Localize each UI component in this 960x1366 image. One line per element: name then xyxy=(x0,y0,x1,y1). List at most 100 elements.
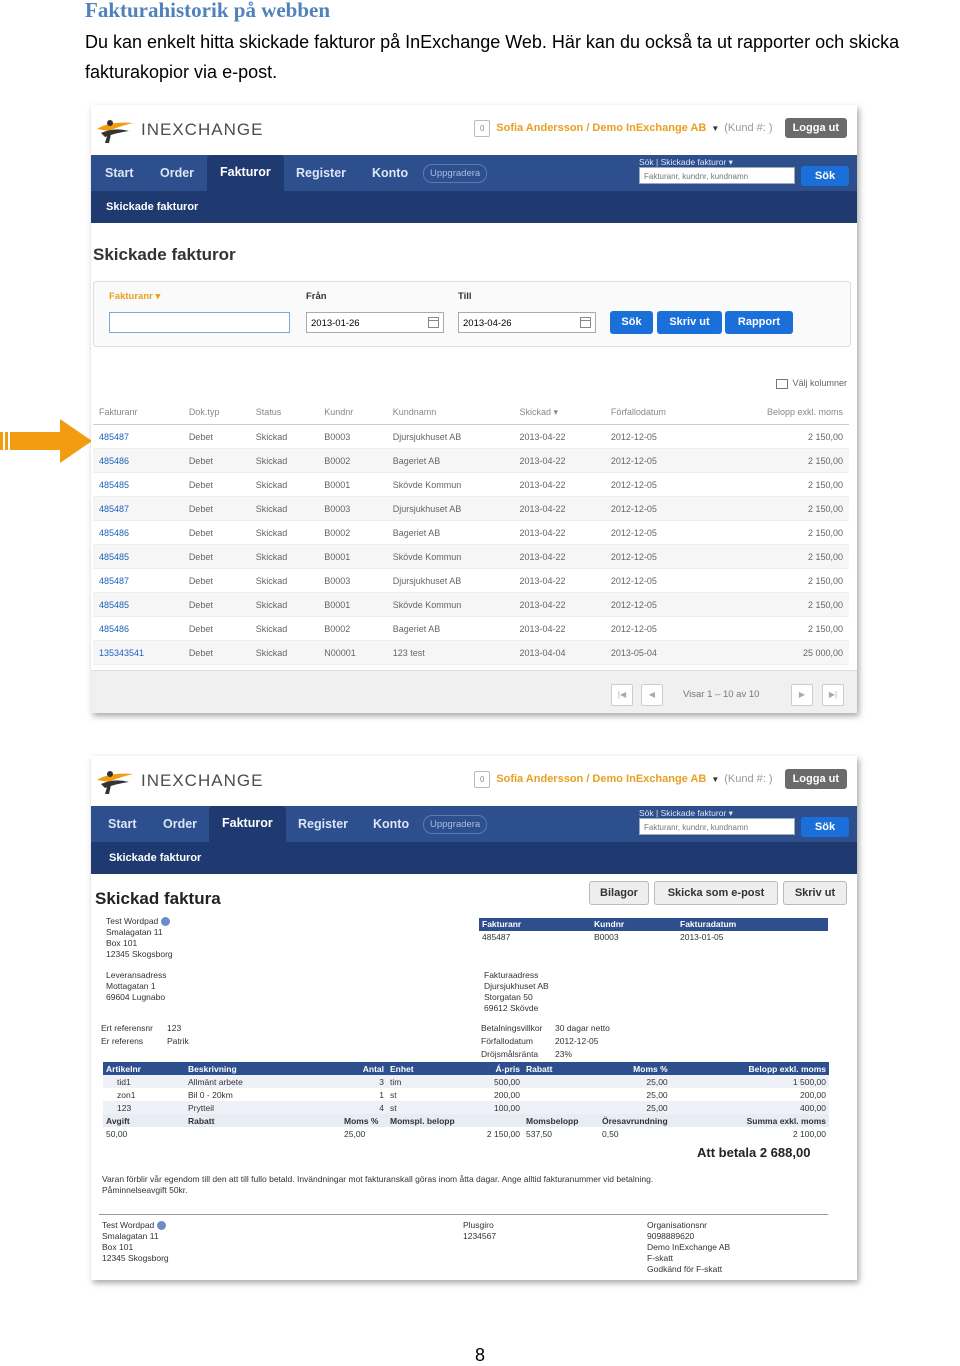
from-date-value: 2013-01-26 xyxy=(311,318,360,329)
amount-to-pay: Att betala 2 688,00 xyxy=(697,1145,811,1160)
from-date-input[interactable]: 2013-01-26 xyxy=(306,312,444,333)
table-cell: B0002 xyxy=(318,616,387,641)
table-row[interactable]: 485485 Debet Skickad B0001 Skövde Kommun 2013… xyxy=(93,544,849,569)
columns-icon xyxy=(776,378,789,389)
last-page-icon[interactable]: ▶| xyxy=(822,684,844,706)
nav-konto[interactable]: Konto xyxy=(373,817,409,831)
table-cell: B0003 xyxy=(318,496,387,521)
search-input[interactable]: Fakturanr, kundnr, kundnamn xyxy=(639,167,795,184)
user-account-link[interactable]: Sofia Andersson / Demo InExchange AB xyxy=(496,773,706,785)
invoice-number-link[interactable]: 485486 xyxy=(93,448,183,473)
table-row[interactable]: 485487 Debet Skickad B0003 Djursjukhuset AB 2… xyxy=(93,568,849,593)
table-row[interactable]: 485487 Debet Skickad B0003 Djursjukhuset AB 2… xyxy=(93,424,849,449)
table-cell: B0002 xyxy=(318,448,387,473)
invoice-number-link[interactable]: 485485 xyxy=(93,472,183,497)
chevron-down-icon[interactable]: ▼ xyxy=(711,124,719,133)
notification-icon[interactable]: 0 xyxy=(474,119,491,137)
table-row[interactable]: 485485 Debet Skickad B0001 Skövde Kommun 2013… xyxy=(93,472,849,497)
search-input[interactable]: Fakturanr, kundnr, kundnamn xyxy=(639,818,795,835)
nav-register[interactable]: Register xyxy=(298,817,348,831)
nav-start[interactable]: Start xyxy=(108,817,136,831)
item-cell: 25,00 xyxy=(599,1101,671,1114)
column-header[interactable]: Förfallodatum xyxy=(604,400,711,425)
attachments-button[interactable]: Bilagor xyxy=(589,881,649,905)
table-row[interactable]: 135343541 Debet Skickad N00001 123 test 2013-… xyxy=(93,640,849,665)
search-button[interactable]: Sök xyxy=(610,311,653,334)
invoice-number-link[interactable]: 485487 xyxy=(93,496,183,521)
column-header[interactable]: Fakturanr xyxy=(93,400,183,425)
table-cell: 2013-05-04 xyxy=(604,640,711,665)
giro-label: Plusgiro xyxy=(463,1220,494,1230)
ref-label: Ert referensnr xyxy=(101,1023,153,1033)
chevron-down-icon[interactable]: ▼ xyxy=(711,775,719,784)
search-button[interactable]: Sök xyxy=(801,166,849,186)
logout-button[interactable]: Logga ut xyxy=(784,769,847,789)
item-cell: 1 xyxy=(341,1088,387,1101)
inexchange-logo[interactable]: INEXCHANGE xyxy=(95,766,263,796)
ref-value: Patrik xyxy=(167,1036,189,1046)
notification-icon[interactable]: 0 xyxy=(474,770,491,788)
table-row[interactable]: 485486 Debet Skickad B0002 Bageriet AB 2013-0… xyxy=(93,616,849,641)
info-icon[interactable] xyxy=(157,1221,167,1231)
invoice-number-input[interactable] xyxy=(109,312,290,333)
column-header[interactable]: Skickad ▾ xyxy=(513,400,605,425)
nav-fakturor[interactable]: Fakturor xyxy=(207,155,284,191)
calendar-icon[interactable] xyxy=(580,317,591,328)
column-header[interactable]: Kundnr xyxy=(318,400,387,425)
table-row[interactable]: 485486 Debet Skickad B0002 Bageriet AB 2013-0… xyxy=(93,448,849,473)
first-page-icon[interactable]: |◀ xyxy=(611,684,633,706)
summary-label: Avgift xyxy=(103,1114,185,1127)
report-button[interactable]: Rapport xyxy=(725,311,793,334)
table-cell: Djursjukhuset AB xyxy=(386,424,514,449)
to-date-input[interactable]: 2013-04-26 xyxy=(458,312,596,333)
invoice-number-link[interactable]: 485487 xyxy=(93,568,183,593)
invoice-number-link[interactable]: 485486 xyxy=(93,520,183,545)
send-as-email-button[interactable]: Skicka som e-post xyxy=(654,881,778,905)
invoice-number-link[interactable]: 485487 xyxy=(93,424,183,449)
invoice-number-link[interactable]: 485485 xyxy=(93,592,183,617)
user-account-link[interactable]: Sofia Andersson / Demo InExchange AB xyxy=(496,122,706,134)
search-button[interactable]: Sök xyxy=(801,817,849,837)
column-header[interactable]: Kundnamn xyxy=(386,400,514,425)
table-cell: Debet xyxy=(182,568,250,593)
invoice-number-link[interactable]: 485485 xyxy=(93,544,183,569)
table-cell: 25 000,00 xyxy=(710,640,849,665)
table-cell: Skickad xyxy=(249,496,319,521)
nav-start[interactable]: Start xyxy=(105,166,133,180)
choose-columns-link[interactable]: Välj kolumner xyxy=(776,378,847,389)
nav-konto[interactable]: Konto xyxy=(372,166,408,180)
table-cell: Skickad xyxy=(249,592,319,617)
upgrade-button[interactable]: Uppgradera xyxy=(423,164,488,183)
invoice-number-link[interactable]: 135343541 xyxy=(93,640,183,665)
address-line: Smalagatan 11 xyxy=(102,1231,159,1241)
inexchange-logo[interactable]: INEXCHANGE xyxy=(95,115,263,145)
table-cell: 2 150,00 xyxy=(710,448,849,473)
from-label: Från xyxy=(306,291,327,302)
next-page-icon[interactable]: ▶ xyxy=(791,684,813,706)
table-cell: 2 150,00 xyxy=(710,424,849,449)
table-row[interactable]: 485487 Debet Skickad B0003 Djursjukhuset AB 2… xyxy=(93,496,849,521)
table-row[interactable]: 485485 Debet Skickad B0001 Skövde Kommun 2013… xyxy=(93,592,849,617)
nav-register[interactable]: Register xyxy=(296,166,346,180)
table-cell: Debet xyxy=(182,448,250,473)
org-line: Demo InExchange AB xyxy=(647,1242,731,1252)
subnav-sent-invoices[interactable]: Skickade fakturor xyxy=(109,852,201,864)
nav-order[interactable]: Order xyxy=(160,166,194,180)
ref-value: 123 xyxy=(167,1023,182,1033)
previous-page-icon[interactable]: ◀ xyxy=(641,684,663,706)
print-button[interactable]: Skriv ut xyxy=(657,311,722,334)
print-button[interactable]: Skriv ut xyxy=(783,881,847,905)
info-icon[interactable] xyxy=(161,917,171,927)
invoice-number-link[interactable]: 485486 xyxy=(93,616,183,641)
subnav-sent-invoices[interactable]: Skickade fakturor xyxy=(106,201,198,213)
nav-order[interactable]: Order xyxy=(163,817,197,831)
calendar-icon[interactable] xyxy=(428,317,439,328)
column-header[interactable]: Dok.typ xyxy=(182,400,250,425)
nav-fakturor[interactable]: Fakturor xyxy=(209,806,286,842)
column-header[interactable]: Belopp exkl. moms xyxy=(710,400,849,425)
logout-button[interactable]: Logga ut xyxy=(784,118,847,138)
table-row[interactable]: 485486 Debet Skickad B0002 Bageriet AB 2013-0… xyxy=(93,520,849,545)
upgrade-button[interactable]: Uppgradera xyxy=(423,815,488,834)
filter-field-dropdown[interactable]: Fakturanr ▾ xyxy=(109,291,160,302)
column-header[interactable]: Status xyxy=(249,400,319,425)
